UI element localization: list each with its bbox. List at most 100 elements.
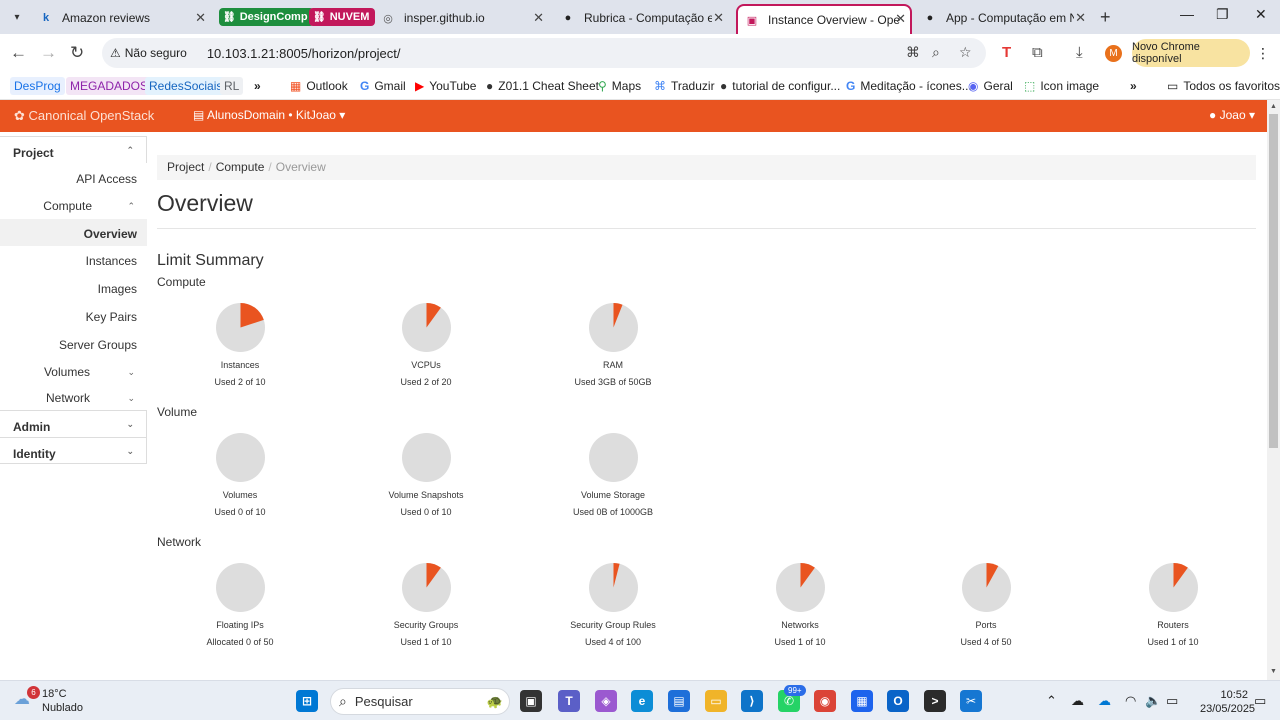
tab-rubrica[interactable]: ● Rubrica - Computação em N ✕ xyxy=(560,5,728,31)
bookmark-meditacao[interactable]: G Meditação - ícones... xyxy=(846,77,972,95)
all-bookmarks[interactable]: ▭ Todos os favoritos xyxy=(1167,77,1280,95)
chrome-update-button[interactable]: Novo Chrome disponível xyxy=(1132,39,1250,67)
battery-icon[interactable]: ▭ xyxy=(1166,693,1178,709)
project-selector[interactable]: ▤ AlunosDomain • KitJoao ▾ xyxy=(193,108,345,122)
minimize-icon[interactable]: — xyxy=(1180,6,1194,22)
url-text[interactable]: 10.103.1.21:8005/horizon/project/ xyxy=(207,46,401,61)
extensions-puzzle-icon[interactable]: ⧉ xyxy=(1032,44,1043,61)
bookmark-geral[interactable]: ◉ Geral xyxy=(968,77,1013,95)
file-explorer-icon[interactable]: ▭ xyxy=(705,690,727,712)
bookmark-desprog[interactable]: DesProg xyxy=(10,77,65,95)
sidebar-section-identity[interactable]: Identity ⌄ xyxy=(0,437,147,464)
tab-group-designcomp[interactable]: ⛓ DesignComp xyxy=(219,8,314,26)
vscode-icon[interactable]: ⟩ xyxy=(741,690,763,712)
user-label: Joao xyxy=(1219,108,1246,122)
taskbar-search[interactable]: ⌕ Pesquisar 🐢 xyxy=(330,688,510,715)
forward-icon[interactable]: → xyxy=(40,43,57,63)
onedrive-icon[interactable]: ☁ xyxy=(1071,693,1084,709)
profile-avatar[interactable]: M xyxy=(1105,45,1122,62)
bookmark-outlook[interactable]: ▦ Outlook xyxy=(290,77,348,95)
tab-insper-github[interactable]: ◎ insper.github.io ✕ xyxy=(380,5,548,31)
teams-icon[interactable]: T xyxy=(558,690,580,712)
maps-pin-icon: ⚲ xyxy=(598,79,607,93)
bookmark-redessociais[interactable]: RedesSociais xyxy=(145,77,227,95)
translate-icon[interactable]: ⌘ xyxy=(906,44,920,61)
browser-tab-strip: ▾ k Amazon reviews ✕ ⛓ DesignComp ⛓ NUVE… xyxy=(0,0,1280,34)
close-tab-icon[interactable]: ✕ xyxy=(195,10,206,26)
sidebar-item-instances[interactable]: Instances xyxy=(86,254,137,268)
edge-icon[interactable]: e xyxy=(631,690,653,712)
snipping-tool-icon[interactable]: ✂ xyxy=(960,690,982,712)
section-label: Identity xyxy=(13,447,56,461)
sidebar-section-project[interactable]: Project ⌃ xyxy=(0,136,147,163)
notifications-icon[interactable]: ▭ xyxy=(1254,693,1266,709)
new-tab-icon[interactable]: + xyxy=(1100,7,1111,28)
task-view-icon[interactable]: ▣ xyxy=(520,690,542,712)
close-tab-icon[interactable]: ✕ xyxy=(713,10,724,26)
close-tab-icon[interactable]: ✕ xyxy=(1075,10,1086,26)
more-bookmarks-icon[interactable]: » xyxy=(1130,77,1137,95)
zoom-icon[interactable]: ⌕ xyxy=(932,44,940,61)
bookmark-youtube[interactable]: ▶ YouTube xyxy=(415,77,476,95)
tab-instance-overview[interactable]: ▣ Instance Overview - OpenSt ✕ xyxy=(736,4,912,34)
tab-amazon-reviews[interactable]: k Amazon reviews ✕ xyxy=(38,5,210,31)
openstack-brand[interactable]: ✿ Canonical OpenStack xyxy=(14,108,154,124)
extension-tp-icon[interactable]: T xyxy=(1002,44,1011,61)
bookmark-star-icon[interactable]: ☆ xyxy=(959,44,972,61)
security-indicator[interactable]: ⚠ Não seguro xyxy=(110,46,187,60)
turtle-icon: 🐢 xyxy=(486,693,503,709)
user-menu[interactable]: ● Joao ▾ xyxy=(1209,108,1255,122)
bookmark-traduzir[interactable]: ⌘ Traduzir xyxy=(654,77,715,95)
onedrive-blue-icon[interactable]: ☁ xyxy=(1098,693,1111,709)
back-icon[interactable]: ← xyxy=(10,43,27,63)
divider xyxy=(157,228,1256,229)
download-icon[interactable]: ⤓ xyxy=(1076,44,1083,61)
close-window-icon[interactable]: ✕ xyxy=(1255,6,1267,23)
bookmark-tutorial[interactable]: ● tutorial de configur... xyxy=(720,77,840,95)
volume-icon[interactable]: 🔈 xyxy=(1145,693,1161,709)
maximize-icon[interactable]: ❐ xyxy=(1216,6,1229,23)
scroll-down-icon[interactable]: ▼ xyxy=(1270,668,1277,675)
bookmark-megadados[interactable]: MEGADADOS xyxy=(66,77,153,95)
tab-search-chevron-icon[interactable]: ▾ xyxy=(6,6,28,28)
bookmark-icon-image[interactable]: ⬚ Icon image xyxy=(1024,77,1099,95)
tray-overflow-icon[interactable]: ⌃ xyxy=(1046,693,1057,709)
pie-chart-svg xyxy=(401,303,451,352)
page-title: Overview xyxy=(157,190,253,216)
wifi-icon[interactable]: ◠ xyxy=(1125,693,1136,709)
scroll-up-icon[interactable]: ▲ xyxy=(1270,103,1277,110)
start-windows-icon[interactable]: ⊞ xyxy=(296,690,318,712)
docker-icon[interactable]: ▦ xyxy=(851,690,873,712)
breadcrumb-project[interactable]: Project xyxy=(167,160,204,174)
terminal-icon[interactable]: > xyxy=(924,690,946,712)
scrollbar-thumb[interactable] xyxy=(1269,114,1278,448)
pie-label: Routers xyxy=(1157,620,1189,630)
chevron-up-icon: ⌃ xyxy=(126,145,134,155)
sidebar-item-overview[interactable]: Overview xyxy=(84,227,137,241)
copilot-icon[interactable]: ◈ xyxy=(595,690,617,712)
sidebar-item-key-pairs[interactable]: Key Pairs xyxy=(86,310,137,324)
close-tab-icon[interactable]: ✕ xyxy=(533,10,544,26)
sidebar-item-api-access[interactable]: API Access xyxy=(76,172,137,186)
store-icon[interactable]: ▤ xyxy=(668,690,690,712)
bookmark-label: Gmail xyxy=(374,79,406,93)
page-scrollbar[interactable]: ▲ ▼ xyxy=(1267,100,1280,680)
more-bookmarks-icon[interactable]: » xyxy=(254,77,261,95)
sidebar-item-images[interactable]: Images xyxy=(98,282,137,296)
outlook-icon[interactable]: O xyxy=(887,690,909,712)
sidebar-section-admin[interactable]: Admin ⌄ xyxy=(0,410,147,437)
bookmark-maps[interactable]: ⚲ Maps xyxy=(598,77,641,95)
bookmark-z01-cheat-sheet[interactable]: ● Z01.1 Cheat Sheet xyxy=(486,77,599,95)
bookmark-gmail[interactable]: G Gmail xyxy=(360,77,406,95)
chrome-icon[interactable]: ◉ xyxy=(814,690,836,712)
reload-icon[interactable]: ↻ xyxy=(70,43,84,63)
tab-app-computacao[interactable]: ● App - Computação em Nu ✕ xyxy=(922,5,1090,31)
address-bar[interactable]: ⚠ Não seguro 10.103.1.21:8005/horizon/pr… xyxy=(102,38,986,68)
tab-group-nuvem[interactable]: ⛓ NUVEM xyxy=(309,8,376,26)
chrome-menu-icon[interactable]: ⋮ xyxy=(1256,45,1270,62)
system-clock[interactable]: 10:52 23/05/2025 xyxy=(1200,688,1255,716)
sidebar-item-server-groups[interactable]: Server Groups xyxy=(59,338,137,352)
breadcrumb-compute[interactable]: Compute xyxy=(216,160,265,174)
bookmark-rl[interactable]: RL xyxy=(220,77,244,95)
close-tab-icon[interactable]: ✕ xyxy=(895,11,906,27)
